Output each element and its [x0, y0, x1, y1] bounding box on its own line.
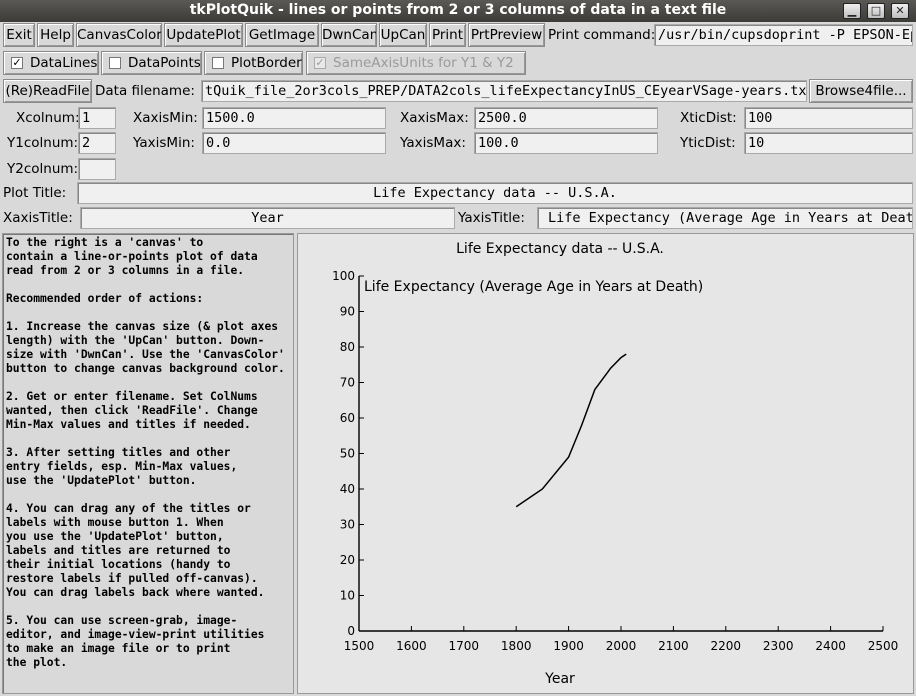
y1colnum-field[interactable]: 2	[78, 132, 116, 154]
data-filename-field[interactable]: tQuik_file_2or3cols_PREP/DATA2cols_lifeE…	[201, 80, 807, 102]
browse-file-button[interactable]: Browse4file...	[809, 79, 913, 103]
plot-canvas[interactable]: 1500 1600 1700 1800 1900 2000 2100 2200 2300 2400…	[297, 233, 914, 694]
data-lines-label: DataLines	[30, 55, 98, 71]
x-tick-label: 2000	[606, 639, 637, 653]
help-text-panel[interactable]: To the right is a 'canvas' to contain a …	[2, 233, 294, 694]
yaxismin-field[interactable]: 0.0	[202, 132, 386, 154]
y2colnum-field[interactable]	[78, 158, 116, 180]
xaxismin-label: XaxisMin:	[133, 110, 198, 126]
up-can-button[interactable]: UpCan	[379, 23, 427, 47]
plot-border-label: PlotBorder	[231, 55, 302, 71]
close-icon[interactable]: ✕	[891, 3, 909, 19]
plot-svg: 1500 1600 1700 1800 1900 2000 2100 2200 2300 2400…	[332, 241, 899, 687]
xaxis-title-field[interactable]: Year	[80, 207, 455, 229]
update-plot-button[interactable]: UpdatePlot	[164, 23, 243, 47]
yticdist-field[interactable]: 10	[744, 132, 913, 154]
y1colnum-label: Y1colnum:	[7, 135, 79, 151]
y-tick-label: 90	[340, 305, 355, 319]
check-icon	[109, 57, 121, 69]
check-icon: ✓	[11, 56, 23, 69]
yaxismax-label: YaxisMax:	[400, 135, 466, 151]
y-tick-label: 30	[340, 518, 355, 532]
y-tick-label: 60	[340, 411, 355, 425]
exit-button[interactable]: Exit	[3, 23, 35, 47]
x-axis-title: Year	[544, 671, 575, 687]
data-points-label: DataPoints	[128, 55, 201, 71]
plot-title-label: Plot Title:	[3, 185, 67, 201]
same-axis-units-checkbox[interactable]: ✓ SameAxisUnits for Y1 & Y2	[306, 51, 526, 75]
plot-title-field[interactable]: Life Expectancy data -- U.S.A.	[77, 182, 913, 204]
y-tick-label: 10	[340, 589, 355, 603]
yaxismax-field[interactable]: 100.0	[474, 132, 658, 154]
y-tick-label: 80	[340, 340, 355, 354]
y-tick-label: 0	[347, 624, 355, 638]
data-filename-label: Data filename:	[95, 83, 195, 99]
x-tick-label: 2300	[763, 639, 794, 653]
x-tick-label: 2200	[711, 639, 742, 653]
xcolnum-label: Xcolnum:	[16, 110, 80, 126]
yaxis-title-field[interactable]: Life Expectancy (Average Age in Years at…	[537, 207, 913, 229]
data-points-checkbox[interactable]: DataPoints	[101, 51, 202, 75]
prt-preview-button[interactable]: PrtPreview	[468, 23, 545, 47]
data-lines-checkbox[interactable]: ✓ DataLines	[3, 51, 99, 75]
yticdist-label: YticDist:	[680, 135, 736, 151]
help-button[interactable]: Help	[37, 23, 74, 47]
print-command-field[interactable]: /usr/bin/cupsdoprint -P EPSON-Ep	[654, 24, 913, 46]
y-axis-title: Life Expectancy (Average Age in Years at…	[364, 279, 703, 295]
window-title: tkPlotQuik - lines or points from 2 or 3…	[189, 2, 727, 18]
xaxismax-label: XaxisMax:	[400, 110, 469, 126]
y-tick-label: 50	[340, 447, 355, 461]
same-axis-units-label: SameAxisUnits for Y1 & Y2	[333, 55, 514, 71]
x-tick-label: 1500	[344, 639, 375, 653]
chart-title: Life Expectancy data -- U.S.A.	[456, 241, 664, 257]
check-icon	[212, 57, 224, 69]
get-image-button[interactable]: GetImage	[245, 23, 319, 47]
x-tick-label: 2400	[815, 639, 846, 653]
print-button[interactable]: Print	[429, 23, 466, 47]
xcolnum-field[interactable]: 1	[78, 107, 116, 129]
x-tick-label: 1800	[501, 639, 532, 653]
x-tick-label: 1700	[449, 639, 480, 653]
print-command-label: Print command:	[548, 27, 656, 43]
y-tick-label: 40	[340, 482, 355, 496]
series-line	[515, 353, 627, 508]
xaxismin-field[interactable]: 1500.0	[202, 107, 386, 129]
canvas-color-button[interactable]: CanvasColor	[76, 23, 162, 47]
check-icon: ✓	[314, 56, 326, 69]
yaxis-title-label: YaxisTitle:	[458, 210, 525, 226]
y-tick-label: 100	[332, 269, 355, 283]
x-tick-label: 2500	[868, 639, 899, 653]
plot-border-checkbox[interactable]: PlotBorder	[204, 51, 303, 75]
dwn-can-button[interactable]: DwnCan	[321, 23, 377, 47]
yaxismin-label: YaxisMin:	[133, 135, 195, 151]
xaxis-title-label: XaxisTitle:	[3, 210, 73, 226]
y-tick-label: 20	[340, 553, 355, 567]
xticdist-label: XticDist:	[680, 110, 737, 126]
x-tick-label: 1600	[396, 639, 427, 653]
x-tick-label: 2100	[658, 639, 689, 653]
y-tick-label: 70	[340, 376, 355, 390]
xticdist-field[interactable]: 100	[744, 107, 913, 129]
maximize-icon[interactable]: □	[867, 3, 885, 19]
title-bar: tkPlotQuik - lines or points from 2 or 3…	[0, 0, 916, 22]
read-file-button[interactable]: (Re)ReadFile	[3, 79, 92, 103]
y2colnum-label: Y2colnum:	[7, 161, 79, 177]
x-tick-label: 1900	[553, 639, 584, 653]
xaxismax-field[interactable]: 2500.0	[474, 107, 658, 129]
minimize-icon[interactable]: ▁	[843, 3, 861, 19]
